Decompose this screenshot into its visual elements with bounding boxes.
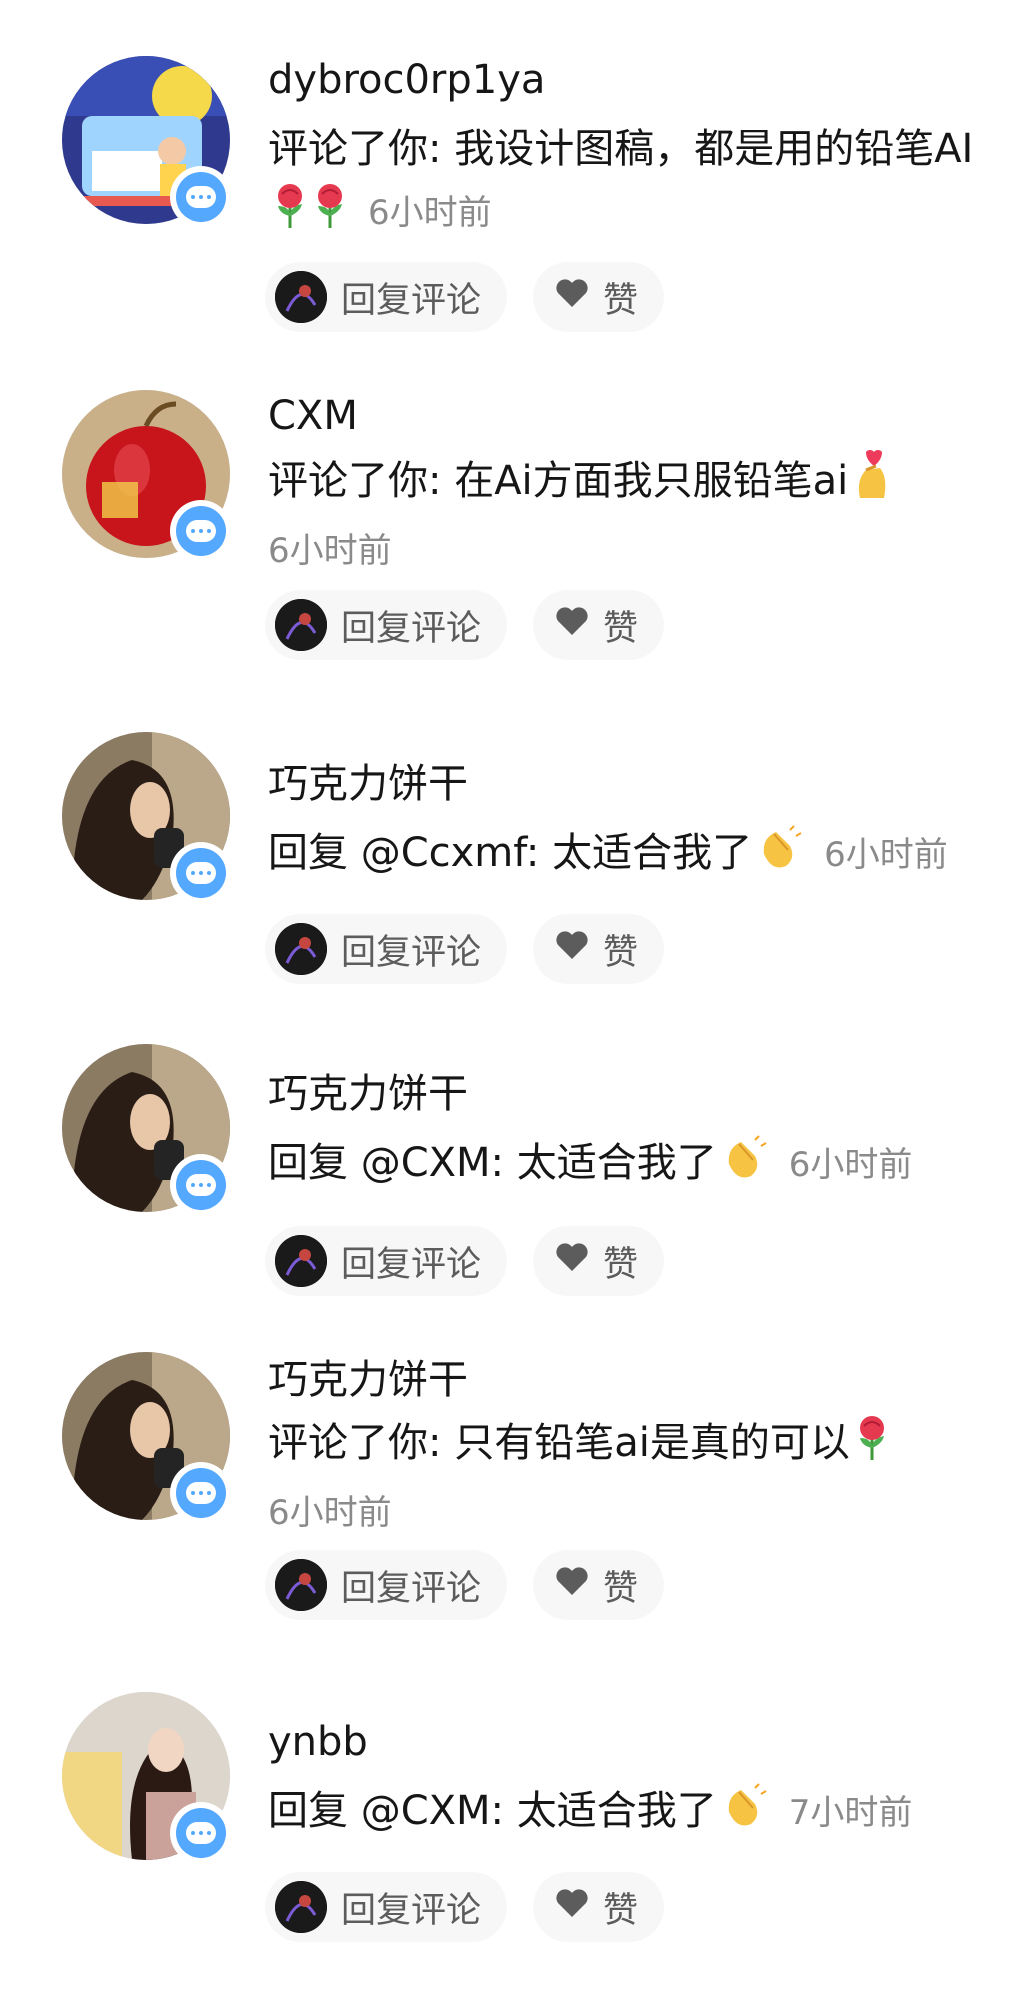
finger-heart-icon [852, 448, 892, 518]
like-button[interactable]: 赞 [533, 1550, 665, 1620]
like-button[interactable]: 赞 [533, 1872, 665, 1942]
heart-icon [555, 929, 589, 969]
avatar-wrap[interactable] [62, 1352, 232, 1524]
comment-text: 评论了你: 在Ai方面我只服铅笔ai [268, 458, 849, 504]
reply-comment-button[interactable]: 回复评论 [265, 1872, 508, 1942]
chat-bubble-icon [186, 520, 216, 542]
rose-icon [312, 182, 348, 248]
comment-text-block: 评论了你: 在Ai方面我只服铅笔ai 6小时前 [268, 448, 988, 582]
username[interactable]: ynbb [268, 1718, 368, 1766]
comment-badge [170, 1462, 232, 1524]
comment-text-block: 评论了你: 只有铅笔ai是真的可以 6小时前 [268, 1412, 988, 1544]
reply-comment-label: 回复评论 [341, 1890, 482, 1931]
comment-text: 评论了你: 只有铅笔ai是真的可以 [268, 1420, 850, 1466]
like-label: 赞 [603, 280, 639, 321]
heart-icon [555, 1565, 589, 1605]
like-button[interactable]: 赞 [533, 914, 665, 984]
clapping-hands-icon [721, 1782, 769, 1848]
timestamp: 6小时前 [788, 1145, 913, 1185]
comment-notification-list: dybroc0rp1ya 评论了你: 我设计图稿，都是用的铅笔AI 6小时前 回复… [0, 0, 1018, 1993]
username[interactable]: 巧克力饼干 [268, 1356, 468, 1404]
action-row: 回复评论 赞 [265, 914, 665, 984]
my-avatar-icon [275, 923, 327, 975]
comment-text: 回复 @Ccxmf: 太适合我了 [268, 830, 753, 876]
my-avatar-icon [275, 1881, 327, 1933]
my-avatar-icon [275, 1235, 327, 1287]
like-label: 赞 [603, 1244, 639, 1285]
avatar-wrap[interactable] [62, 1044, 232, 1216]
like-button[interactable]: 赞 [533, 1226, 665, 1296]
chat-bubble-icon [186, 1174, 216, 1196]
reply-comment-label: 回复评论 [341, 608, 482, 649]
timestamp: 6小时前 [368, 193, 492, 233]
reply-comment-button[interactable]: 回复评论 [265, 590, 508, 660]
reply-comment-button[interactable]: 回复评论 [265, 914, 508, 984]
avatar-wrap[interactable] [62, 1692, 232, 1864]
reply-comment-button[interactable]: 回复评论 [265, 1226, 508, 1296]
action-row: 回复评论 赞 [265, 1550, 665, 1620]
like-label: 赞 [603, 608, 639, 649]
username[interactable]: 巧克力饼干 [268, 760, 468, 808]
my-avatar-icon [275, 1559, 327, 1611]
clapping-hands-icon [721, 1134, 769, 1200]
chat-bubble-icon [186, 862, 216, 884]
rose-icon [272, 182, 308, 248]
reply-comment-label: 回复评论 [341, 932, 482, 973]
chat-bubble-icon [186, 186, 216, 208]
like-label: 赞 [603, 1568, 639, 1609]
timestamp: 6小时前 [824, 835, 948, 875]
reply-comment-label: 回复评论 [341, 1568, 482, 1609]
like-label: 赞 [603, 932, 639, 973]
heart-icon [555, 1241, 589, 1281]
my-avatar-icon [275, 271, 327, 323]
like-button[interactable]: 赞 [533, 590, 665, 660]
comment-badge [170, 166, 232, 228]
reply-comment-label: 回复评论 [341, 1244, 482, 1285]
action-row: 回复评论 赞 [265, 590, 665, 660]
reply-comment-button[interactable]: 回复评论 [265, 262, 508, 332]
heart-icon [555, 605, 589, 645]
comment-text-block: 回复 @Ccxmf: 太适合我了 6小时前 [268, 822, 1008, 890]
my-avatar-icon [275, 599, 327, 651]
heart-icon [555, 277, 589, 317]
timestamp: 7小时前 [788, 1793, 913, 1833]
comment-text: 回复 @CXM: 太适合我了 [268, 1140, 717, 1186]
reply-comment-label: 回复评论 [341, 280, 482, 321]
timestamp: 6小时前 [268, 531, 392, 571]
comment-badge [170, 1802, 232, 1864]
like-button[interactable]: 赞 [533, 262, 665, 332]
avatar-wrap[interactable] [62, 732, 232, 904]
reply-comment-button[interactable]: 回复评论 [265, 1550, 508, 1620]
comment-text-block: 评论了你: 我设计图稿，都是用的铅笔AI 6小时前 [268, 118, 988, 248]
username[interactable]: 巧克力饼干 [268, 1070, 468, 1118]
comment-badge [170, 842, 232, 904]
action-row: 回复评论 赞 [265, 262, 665, 332]
avatar-wrap[interactable] [62, 56, 232, 228]
comment-text-block: 回复 @CXM: 太适合我了 6小时前 [268, 1132, 988, 1200]
comment-text: 回复 @CXM: 太适合我了 [268, 1788, 717, 1834]
username[interactable]: dybroc0rp1ya [268, 56, 545, 104]
comment-badge [170, 1154, 232, 1216]
comment-text: 评论了你: 我设计图稿，都是用的铅笔AI [268, 126, 974, 172]
username[interactable]: CXM [268, 392, 358, 440]
comment-text-block: 回复 @CXM: 太适合我了 7小时前 [268, 1780, 988, 1848]
rose-icon [854, 1414, 890, 1480]
clapping-hands-icon [756, 824, 804, 890]
chat-bubble-icon [186, 1822, 216, 1844]
heart-icon [555, 1887, 589, 1927]
like-label: 赞 [603, 1890, 639, 1931]
action-row: 回复评论 赞 [265, 1872, 665, 1942]
timestamp: 6小时前 [268, 1493, 392, 1533]
avatar-wrap[interactable] [62, 390, 232, 562]
chat-bubble-icon [186, 1482, 216, 1504]
action-row: 回复评论 赞 [265, 1226, 665, 1296]
comment-badge [170, 500, 232, 562]
